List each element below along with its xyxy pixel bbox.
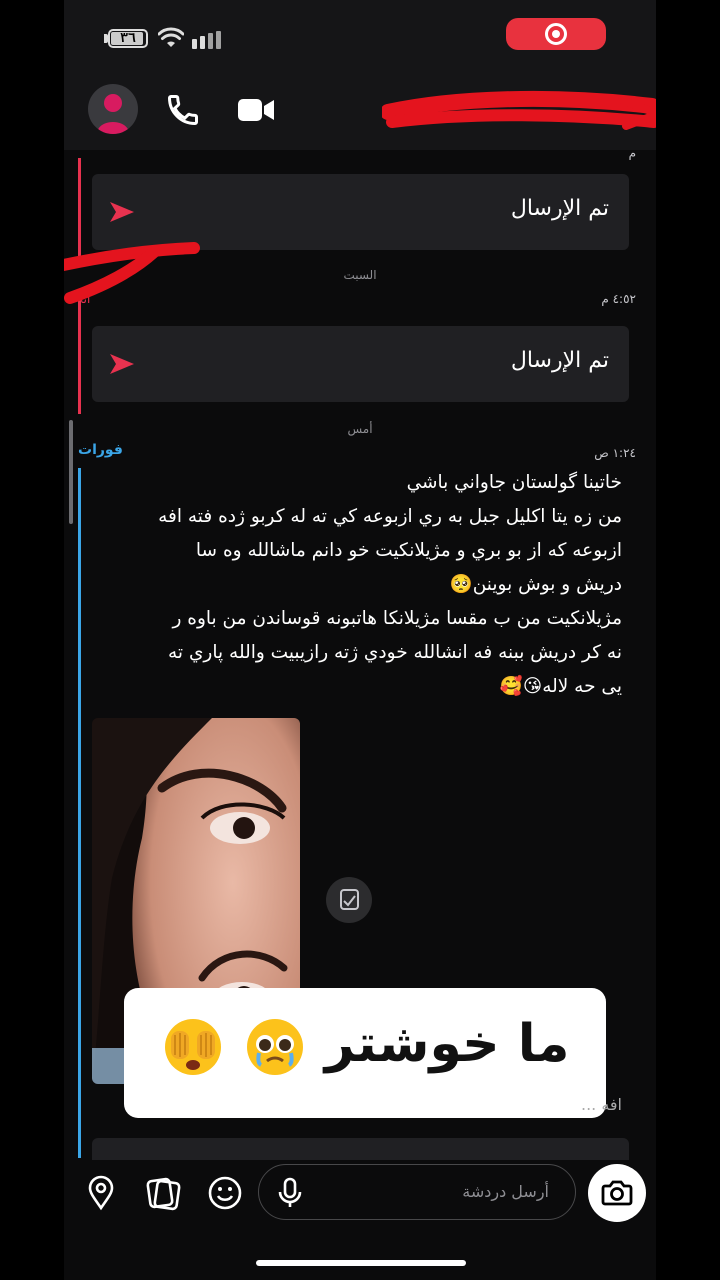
chat-composer: أرسل دردشة: [64, 1160, 656, 1280]
battery-tip: [104, 34, 108, 43]
face-with-hands-over-eyes-icon: [164, 1019, 221, 1075]
sender-name-friend[interactable]: فورات: [78, 442, 123, 458]
wifi-icon: [158, 27, 184, 47]
partial-message-card: [92, 1138, 629, 1160]
battery-level: ٣٦: [120, 31, 136, 46]
redaction-scribble: [382, 90, 656, 130]
location-pin-icon[interactable]: [82, 1174, 120, 1212]
sent-status-text: تم الإرسال: [510, 348, 609, 373]
message-time: ٤:٥٢ م: [601, 292, 636, 306]
microphone-icon[interactable]: [275, 1177, 305, 1209]
pleading-face-icon: [246, 1019, 303, 1075]
phone-icon[interactable]: [164, 92, 202, 128]
video-icon[interactable]: [236, 95, 276, 125]
friend-message-text[interactable]: خاتينا گولستان جاواني باشي من زه يتا اكل…: [92, 466, 640, 704]
sent-status-card[interactable]: تم الإرسال: [92, 174, 629, 250]
sent-arrow-icon: [110, 354, 134, 374]
message-line: مژيلانكيت من ب مقسا مژيلانكا هاتبونه قوس…: [172, 608, 622, 629]
message-line: نه كر دريش ببنه فه انشالله خودي ژته رازي…: [168, 642, 622, 663]
screen-record-icon[interactable]: [506, 18, 606, 50]
sent-status-card[interactable]: تم الإرسال: [92, 326, 629, 402]
sent-arrow-icon: [110, 202, 134, 222]
chat-input-placeholder: أرسل دردشة: [462, 1182, 549, 1201]
partial-time: م: [628, 150, 636, 160]
save-media-button[interactable]: [326, 877, 372, 923]
message-line: دريش و بوش بوينن🥺: [449, 574, 622, 595]
snapchat-chat-screen: ٣٦ م تم الإرسال السبت أنا ٤:٥٢ م تم الإر…: [64, 0, 656, 1280]
message-line: ازبوعه كه از بو بري و مژيلانكيت خو دانم …: [195, 540, 622, 561]
status-bar: ٣٦: [64, 14, 656, 60]
signal-icon: [192, 31, 228, 49]
message-line: خاتينا گولستان جاواني باشي: [406, 472, 622, 493]
friend-message-marker: [78, 468, 81, 1158]
home-indicator[interactable]: [256, 1260, 466, 1266]
sticker-icon[interactable]: [144, 1174, 182, 1212]
message-line: يى حه لاله😘🥰: [499, 676, 622, 697]
redaction-scribble-left: [64, 242, 200, 304]
sent-status-text: تم الإرسال: [510, 196, 609, 221]
battery-icon: ٣٦: [108, 29, 148, 48]
camera-icon: [601, 1180, 633, 1206]
caption-text-row: ما خوشتر: [124, 1014, 606, 1077]
camera-button[interactable]: [588, 1164, 646, 1222]
partial-message-text: افه ...: [580, 1095, 622, 1114]
caption-text: ما خوشتر: [324, 1014, 570, 1074]
message-time: ١:٢٤ ص: [594, 446, 636, 460]
message-line: من زه يتا اكليل جبل به ري ازبوعه كي ته ل…: [158, 506, 622, 527]
emoji-icon[interactable]: [206, 1174, 244, 1212]
chat-input[interactable]: أرسل دردشة: [258, 1164, 576, 1220]
avatar[interactable]: [88, 84, 138, 134]
chat-header: ٣٦: [64, 0, 656, 150]
day-separator: أمس: [347, 422, 373, 436]
my-message-marker: [78, 290, 81, 414]
